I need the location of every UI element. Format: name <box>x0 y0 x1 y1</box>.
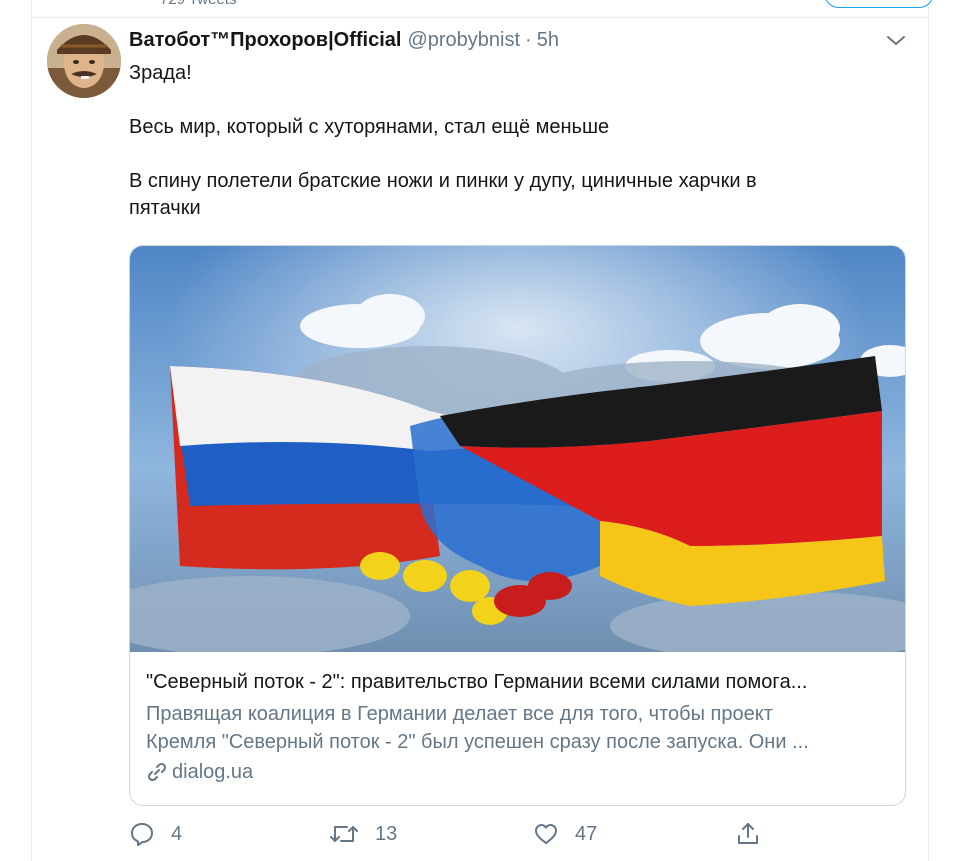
reply-count: 4 <box>171 822 183 845</box>
avatar[interactable] <box>47 24 121 98</box>
tweet-actions: 4 13 47 <box>129 821 829 851</box>
tweet-text-line: пятачки <box>129 197 201 219</box>
tweet-time[interactable]: 5h <box>537 29 559 52</box>
like-count: 47 <box>575 822 598 845</box>
card-body[interactable]: "Северный поток - 2": правительство Герм… <box>146 668 891 786</box>
card-title[interactable]: "Северный поток - 2": правительство Герм… <box>146 668 891 696</box>
follow-button[interactable] <box>824 0 934 8</box>
card-domain-text: dialog.ua <box>172 761 254 783</box>
like-button[interactable]: 47 <box>533 821 597 847</box>
separator-dot: · <box>525 29 532 51</box>
tweet-text-line: Весь мир, который с хуторянами, стал ещё… <box>129 116 610 138</box>
share-icon <box>738 823 758 844</box>
retweet-count: 13 <box>375 822 398 845</box>
reply-icon <box>131 823 153 846</box>
display-name[interactable]: Ватобот™Прохоров|Official <box>129 29 401 52</box>
card-description-line: Правящая коалиция в Германии делает все … <box>146 703 773 725</box>
tweet[interactable]: Ватобот™Прохоров|Official @probybnist · … <box>32 19 928 861</box>
tweet-text-line: В спину полетели братские ножи и пинки у… <box>129 170 757 192</box>
tweet-header: Ватобот™Прохоров|Official @probybnist · … <box>129 29 559 53</box>
card-domain[interactable]: dialog.ua <box>146 758 891 786</box>
chevron-down-icon[interactable] <box>884 31 908 51</box>
reply-button[interactable]: 4 <box>129 821 182 847</box>
profile-header-strip: 729 Tweets <box>32 0 934 18</box>
link-card[interactable]: "Северный поток - 2": правительство Герм… <box>129 245 906 806</box>
card-image[interactable] <box>130 246 905 661</box>
tweet-text-line: Зрада! <box>129 62 192 84</box>
card-description: Правящая коалиция в Германии делает все … <box>146 700 891 756</box>
link-icon <box>147 762 167 782</box>
user-handle[interactable]: @probybnist <box>407 29 520 52</box>
timeline-right-border <box>928 0 929 861</box>
share-button[interactable] <box>735 821 761 847</box>
retweet-button[interactable]: 13 <box>329 821 397 847</box>
card-description-line: Кремля "Северный поток - 2" был успешен … <box>146 731 809 753</box>
tweet-text: Зрада! Весь мир, который с хуторянами, с… <box>129 60 909 222</box>
tweet-count: 729 Tweets <box>160 0 236 8</box>
retweet-icon <box>330 826 358 842</box>
heart-icon <box>535 824 557 844</box>
